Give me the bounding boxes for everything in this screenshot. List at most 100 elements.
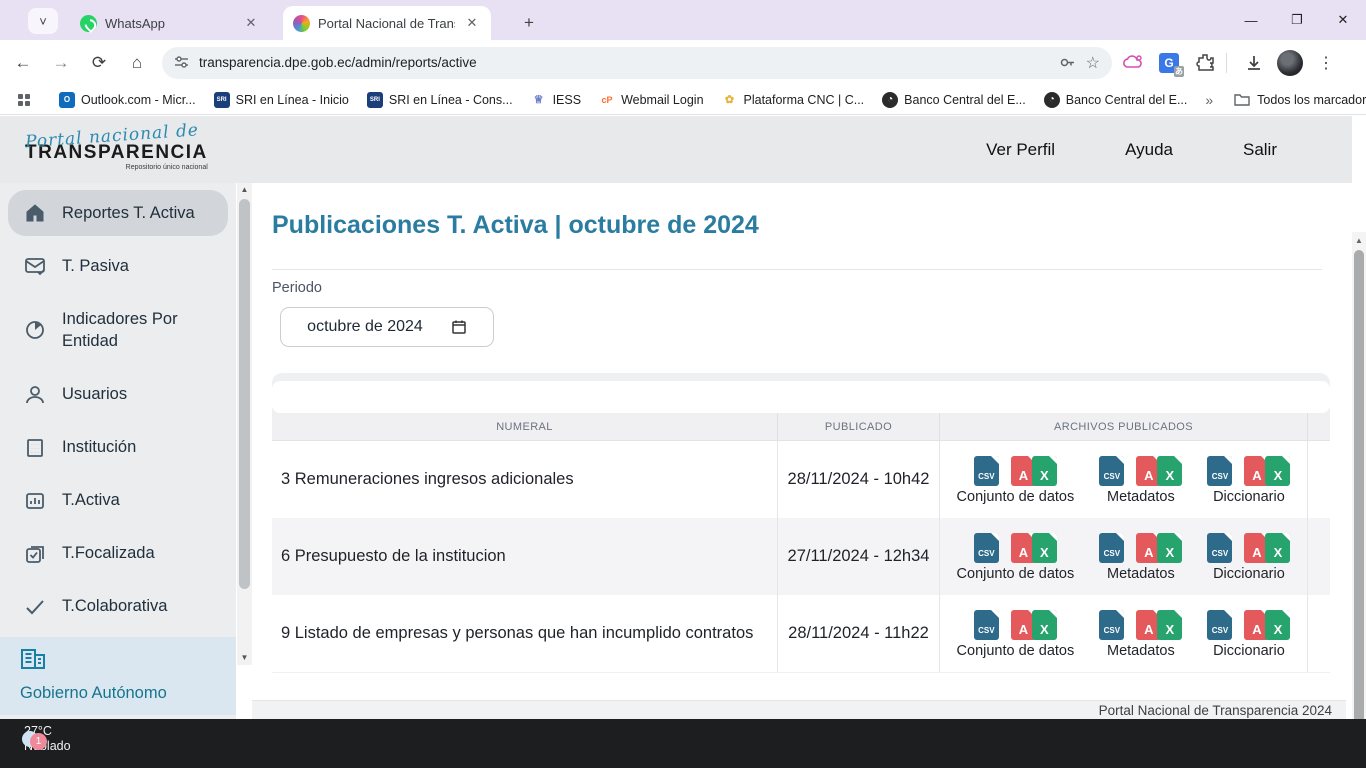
table-toolbar bbox=[272, 381, 1330, 413]
csv-file-icon[interactable]: CSV bbox=[1099, 610, 1124, 640]
forward-button[interactable]: → bbox=[46, 48, 76, 78]
profile-avatar[interactable] bbox=[1275, 48, 1305, 78]
sidebar-item-usuarios[interactable]: Usuarios bbox=[8, 372, 228, 418]
downloads-icon[interactable] bbox=[1239, 48, 1269, 78]
csv-file-icon[interactable]: CSV bbox=[1207, 610, 1232, 640]
reload-button[interactable]: ⟳ bbox=[84, 48, 114, 78]
sidebar-item-label: Gobierno Autónomo bbox=[20, 684, 216, 703]
main-content: Publicaciones T. Activa | octubre de 202… bbox=[252, 183, 1346, 719]
sidebar-item-reportes-t-activa[interactable]: Reportes T. Activa bbox=[8, 190, 228, 236]
site-logo[interactable]: Portal nacional de TRANSPARENCIA Reposit… bbox=[25, 126, 208, 171]
window-close-button[interactable]: ✕ bbox=[1320, 0, 1366, 40]
tab-whatsapp[interactable]: WhatsApp ✕ bbox=[70, 6, 270, 40]
bookmark-webmail[interactable]: cPWebmail Login bbox=[599, 92, 703, 108]
webmail-icon: cP bbox=[599, 92, 615, 108]
sidebar-item-gobierno-autonomo[interactable]: Gobierno Autónomo bbox=[0, 637, 236, 715]
excel-file-icon[interactable]: X bbox=[1265, 610, 1290, 640]
file-group-diccionario: CSVAX Diccionario bbox=[1207, 608, 1290, 659]
csv-file-icon[interactable]: CSV bbox=[1207, 456, 1232, 486]
table-row: 9 Listado de empresas y personas que han… bbox=[272, 595, 1330, 672]
excel-file-icon[interactable]: X bbox=[1032, 610, 1057, 640]
sidebar-item-t-colaborativa[interactable]: T.Colaborativa bbox=[8, 584, 228, 630]
notification-badge: 1 bbox=[30, 733, 47, 750]
file-group-label: Diccionario bbox=[1213, 566, 1285, 582]
sidebar-item-t-pasiva[interactable]: T. Pasiva bbox=[8, 243, 228, 289]
sidebar-item-indicadores[interactable]: Indicadores Por Entidad bbox=[8, 296, 228, 365]
calendar-icon bbox=[451, 319, 467, 335]
globe-icon: ◔ bbox=[882, 92, 898, 108]
scroll-up-icon[interactable]: ▲ bbox=[1352, 234, 1366, 248]
file-group-conjunto: CSVAX Conjunto de datos bbox=[957, 608, 1075, 659]
csv-file-icon[interactable]: CSV bbox=[974, 533, 999, 563]
all-bookmarks-button[interactable]: Todos los marcadores bbox=[1234, 93, 1366, 107]
column-header-archivos: ARCHIVOS PUBLICADOS bbox=[940, 413, 1308, 440]
bookmark-cnc[interactable]: ✿ Plataforma CNC | C... bbox=[722, 92, 865, 108]
csv-file-icon[interactable]: CSV bbox=[974, 456, 999, 486]
weather-widget[interactable]: 1 27°C Nublado bbox=[16, 724, 71, 754]
copy-check-icon bbox=[24, 543, 46, 565]
period-value: octubre de 2024 bbox=[307, 318, 423, 336]
new-tab-button[interactable]: + bbox=[516, 10, 542, 36]
site-settings-icon[interactable] bbox=[174, 55, 189, 70]
cell-publicado: 28/11/2024 - 10h42 bbox=[778, 441, 940, 518]
tab-portal-transparencia[interactable]: Portal Nacional de Transparenci ✕ bbox=[283, 6, 491, 40]
extensions-puzzle-icon[interactable] bbox=[1190, 48, 1220, 78]
scroll-up-icon[interactable]: ▲ bbox=[237, 183, 252, 197]
back-button[interactable]: ← bbox=[8, 48, 38, 78]
sidebar-item-label: Institución bbox=[62, 438, 136, 457]
csv-file-icon[interactable]: CSV bbox=[974, 610, 999, 640]
excel-file-icon[interactable]: X bbox=[1157, 533, 1182, 563]
bookmarks-overflow-chevron[interactable]: » bbox=[1205, 92, 1213, 108]
excel-file-icon[interactable]: X bbox=[1265, 456, 1290, 486]
site-footer: Portal Nacional de Transparencia 2024 bbox=[252, 700, 1346, 719]
sidebar-item-t-activa[interactable]: T.Activa bbox=[8, 478, 228, 524]
apps-grid-icon[interactable] bbox=[18, 94, 30, 106]
bookmark-outlook[interactable]: OOutlook.com - Micr... bbox=[59, 92, 196, 108]
nav-ayuda[interactable]: Ayuda bbox=[1125, 140, 1173, 160]
bookmark-sri-consultas[interactable]: SRISRI en Línea - Cons... bbox=[367, 92, 513, 108]
tab-search-button[interactable]: ˅ bbox=[28, 8, 58, 34]
bookmark-banco-central-1[interactable]: ◔Banco Central del E... bbox=[882, 92, 1026, 108]
nav-ver-perfil[interactable]: Ver Perfil bbox=[986, 140, 1055, 160]
scrollbar-thumb[interactable] bbox=[239, 199, 250, 589]
address-bar[interactable]: transparencia.dpe.gob.ec/admin/reports/a… bbox=[162, 47, 1112, 79]
window-minimize-button[interactable]: — bbox=[1228, 0, 1274, 40]
file-group-metadatos: CSVAX Metadatos bbox=[1099, 608, 1182, 659]
building-2-icon bbox=[20, 647, 46, 671]
csv-file-icon[interactable]: CSV bbox=[1207, 533, 1232, 563]
sri-icon: SRI bbox=[367, 92, 383, 108]
window-maximize-button[interactable]: ❐ bbox=[1274, 0, 1320, 40]
sidebar-item-t-focalizada[interactable]: T.Focalizada bbox=[8, 531, 228, 577]
bookmark-iess[interactable]: ♕IESS bbox=[531, 92, 582, 108]
password-key-icon[interactable] bbox=[1059, 54, 1076, 71]
bookmark-banco-central-2[interactable]: ◔Banco Central del E... bbox=[1044, 92, 1188, 108]
sidebar-item-institucion[interactable]: Institución bbox=[8, 425, 228, 471]
bookmark-sri-inicio[interactable]: SRISRI en Línea - Inicio bbox=[214, 92, 349, 108]
bookmark-label: Plataforma CNC | C... bbox=[744, 93, 865, 107]
excel-file-icon[interactable]: X bbox=[1032, 533, 1057, 563]
csv-file-icon[interactable]: CSV bbox=[1099, 456, 1124, 486]
bookmark-star-icon[interactable]: ☆ bbox=[1086, 53, 1100, 73]
theme-extension-icon[interactable] bbox=[1118, 48, 1148, 78]
csv-file-icon[interactable]: CSV bbox=[1099, 533, 1124, 563]
url-text[interactable]: transparencia.dpe.gob.ec/admin/reports/a… bbox=[199, 55, 1049, 70]
tab-close-icon[interactable]: ✕ bbox=[242, 14, 260, 32]
excel-file-icon[interactable]: X bbox=[1265, 533, 1290, 563]
page-scrollbar[interactable]: ▲ ▼ bbox=[1352, 232, 1366, 768]
home-button[interactable]: ⌂ bbox=[122, 48, 152, 78]
scroll-down-icon[interactable]: ▼ bbox=[237, 651, 252, 665]
excel-file-icon[interactable]: X bbox=[1157, 610, 1182, 640]
nav-salir[interactable]: Salir bbox=[1243, 140, 1277, 160]
excel-file-icon[interactable]: X bbox=[1032, 456, 1057, 486]
browser-menu-icon[interactable]: ⋮ bbox=[1311, 48, 1341, 78]
translate-icon[interactable]: G bbox=[1154, 48, 1184, 78]
table-header-row: NUMERAL PUBLICADO ARCHIVOS PUBLICADOS bbox=[272, 413, 1330, 441]
column-header-publicado: PUBLICADO bbox=[778, 413, 940, 440]
excel-file-icon[interactable]: X bbox=[1157, 456, 1182, 486]
period-month-input[interactable]: octubre de 2024 bbox=[280, 307, 494, 347]
cnc-icon: ✿ bbox=[722, 92, 738, 108]
scrollbar-thumb[interactable] bbox=[1354, 250, 1364, 768]
pie-chart-icon bbox=[24, 319, 46, 341]
sidebar-scrollbar[interactable]: ▲ ▼ bbox=[237, 183, 252, 665]
tab-close-icon[interactable]: ✕ bbox=[463, 14, 481, 32]
